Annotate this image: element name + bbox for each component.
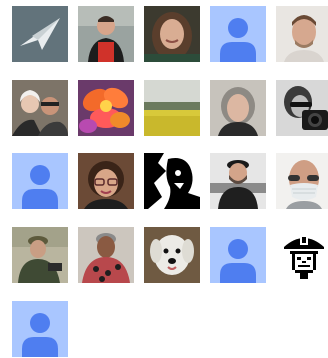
black-white-silhouette-icon xyxy=(144,153,200,209)
avatar-16[interactable] xyxy=(12,227,68,283)
woman-glasses-icon xyxy=(78,153,134,209)
avatar-3[interactable] xyxy=(144,6,200,62)
person-red-shirt-icon xyxy=(78,6,134,62)
default-user-icon xyxy=(210,6,266,62)
avatar-6[interactable] xyxy=(12,80,68,136)
person-face-mask-icon xyxy=(276,153,328,209)
avatar-17[interactable] xyxy=(78,227,134,283)
photographer-camera-icon xyxy=(276,80,328,136)
avatar-9[interactable] xyxy=(210,80,266,136)
man-portrait-icon xyxy=(276,6,328,62)
avatar-13[interactable] xyxy=(144,153,200,209)
avatar-4[interactable] xyxy=(210,6,266,62)
avatar-12[interactable] xyxy=(78,153,134,209)
avatar-1[interactable] xyxy=(12,6,68,62)
avatar-5[interactable] xyxy=(276,6,328,62)
avatar-18[interactable] xyxy=(144,227,200,283)
avatar-8[interactable] xyxy=(144,80,200,136)
yellow-field-landscape-icon xyxy=(144,80,200,136)
cactus-flower-icon xyxy=(78,80,134,136)
default-user-icon xyxy=(12,301,68,357)
contributor-avatar-grid xyxy=(0,0,328,358)
avatar-11[interactable] xyxy=(12,153,68,209)
paper-plane-icon xyxy=(12,6,68,62)
woman-smiling-icon xyxy=(144,6,200,62)
avatar-10[interactable] xyxy=(276,80,328,136)
man-cap-outdoors-icon xyxy=(12,227,68,283)
avatar-20[interactable] xyxy=(276,227,328,283)
two-people-selfie-icon xyxy=(12,80,68,136)
avatar-21[interactable] xyxy=(12,301,68,357)
avatar-19[interactable] xyxy=(210,227,266,283)
avatar-2[interactable] xyxy=(78,6,134,62)
man-patterned-shirt-icon xyxy=(78,227,134,283)
woman-gray-hair-icon xyxy=(210,80,266,136)
default-user-icon xyxy=(210,227,266,283)
pixel-helmet-face-icon xyxy=(276,227,328,283)
avatar-7[interactable] xyxy=(78,80,134,136)
avatar-15[interactable] xyxy=(276,153,328,209)
man-cap-beard-icon xyxy=(210,153,266,209)
avatar-14[interactable] xyxy=(210,153,266,209)
default-user-icon xyxy=(12,153,68,209)
white-dog-icon xyxy=(144,227,200,283)
